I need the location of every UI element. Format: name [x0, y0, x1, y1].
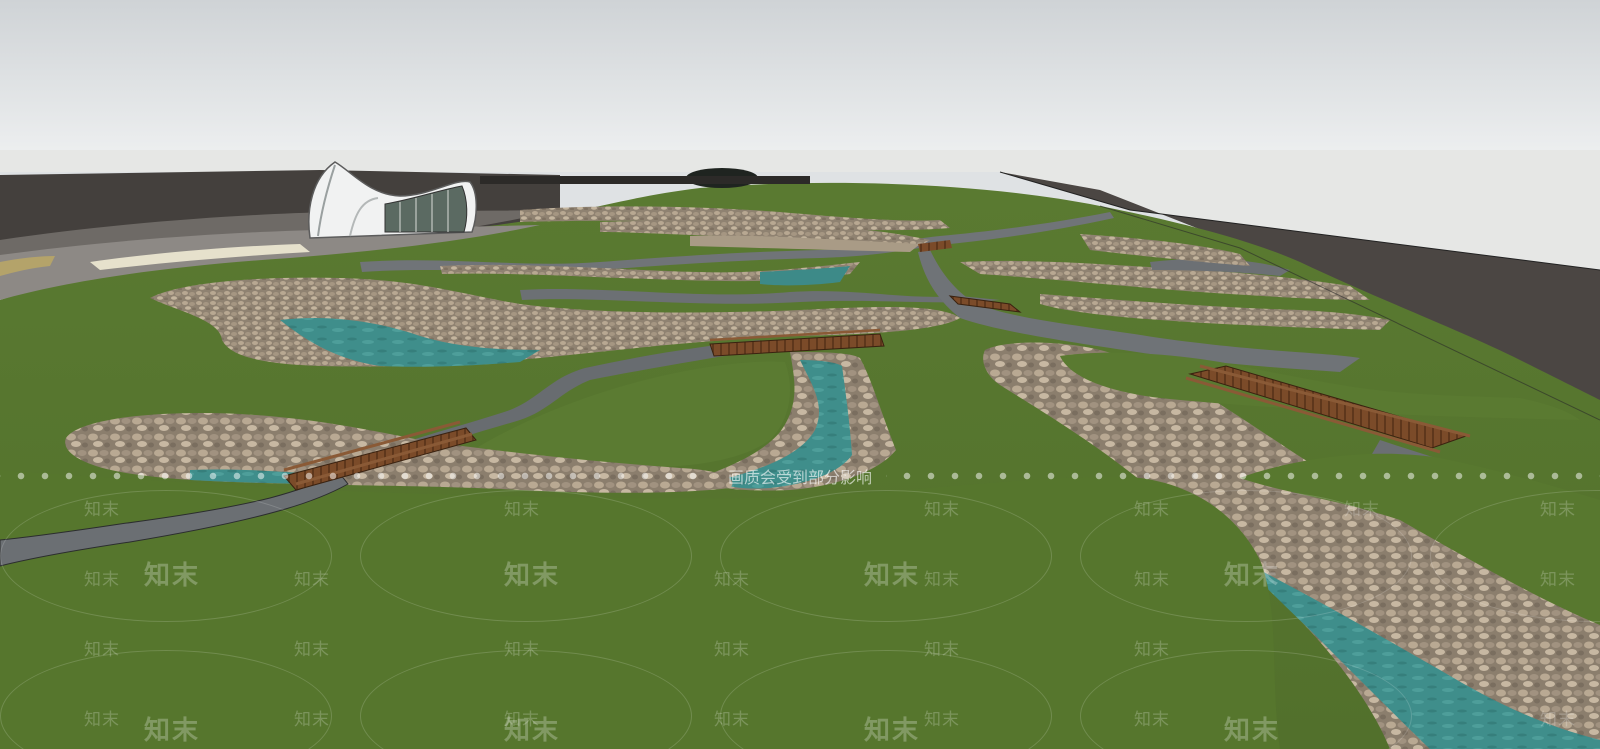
landscape-3d-model-render: [0, 0, 1600, 749]
landscape-render: 知末 知末 知末 知末 知末 知末 知末 知末 知末 知末 知末 知末 知末 知…: [0, 0, 1600, 749]
